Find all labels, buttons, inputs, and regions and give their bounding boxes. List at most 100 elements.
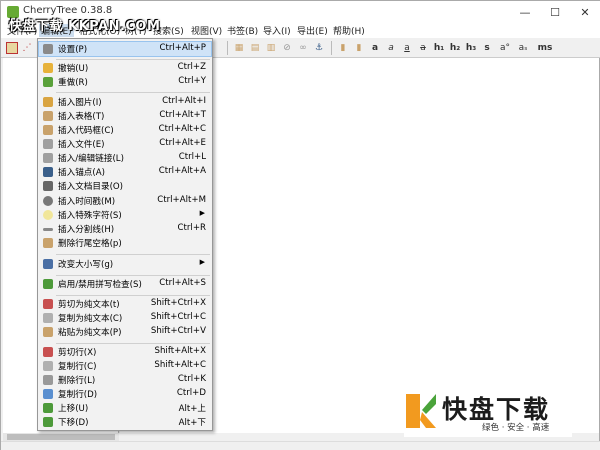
menu-item-label: 插入文档目录(O) — [58, 182, 124, 192]
menu-bookmarks[interactable]: 书签(B) — [225, 24, 260, 37]
menu-help[interactable]: 帮助(H) — [331, 24, 367, 37]
menu-item-shortcut: Alt+上 — [178, 404, 206, 414]
menu-item-duplicate-row[interactable]: 复制行(D) Ctrl+D — [39, 387, 211, 401]
scrollbar-thumb[interactable] — [7, 434, 115, 440]
italic-icon[interactable]: a — [385, 42, 397, 54]
settings-icon — [43, 44, 53, 54]
menu-item-shortcut: Ctrl+Alt+S — [159, 278, 206, 288]
menu-item-shortcut: Ctrl+Alt+C — [158, 124, 206, 134]
menu-item-change-case[interactable]: 改变大小写(g) ▶ — [39, 257, 211, 271]
submenu-arrow-icon: ▶ — [199, 258, 205, 266]
menu-item-delete-row[interactable]: 删除行(L) Ctrl+K — [39, 373, 211, 387]
menu-item-label: 启用/禁用拼写检查(S) — [58, 280, 142, 290]
menu-item-insert-image[interactable]: 插入图片(I) Ctrl+Alt+I — [39, 95, 211, 109]
anchor-icon — [43, 167, 53, 177]
logo-sub-text: 绿色 · 安全 · 高速 — [482, 423, 550, 433]
menu-item-shortcut: Ctrl+Alt+P — [159, 43, 206, 53]
format-icon[interactable]: ▮ — [337, 42, 349, 54]
menu-item-shortcut: Shift+Ctrl+X — [150, 298, 206, 308]
menu-item-copy-row[interactable]: 复制行(C) Shift+Alt+C — [39, 359, 211, 373]
small-icon[interactable]: s — [481, 42, 493, 54]
menu-separator — [56, 275, 210, 276]
k-logo-icon — [406, 394, 436, 428]
menu-item-label: 改变大小写(g) — [58, 260, 114, 270]
menu-item-preferences[interactable]: 设置(P) Ctrl+Alt+P — [38, 41, 212, 57]
menu-item-insert-codebox[interactable]: 插入代码框(C) Ctrl+Alt+C — [39, 123, 211, 137]
change-case-icon — [43, 259, 53, 269]
menu-item-shortcut: Ctrl+K — [177, 374, 206, 384]
tree-horizontal-scrollbar[interactable] — [3, 433, 119, 441]
bold-icon[interactable]: a — [369, 42, 381, 54]
file-icon[interactable]: ⊘ — [281, 42, 293, 54]
menu-item-label: 插入分割线(H) — [58, 225, 115, 235]
menu-item-shortcut: Ctrl+Y — [178, 76, 206, 86]
menu-item-label: 插入代码框(C) — [58, 126, 114, 136]
menu-item-copy-plain[interactable]: 复制为纯文本(C) Shift+Ctrl+C — [39, 311, 211, 325]
maximize-button[interactable]: ☐ — [540, 1, 570, 23]
menu-item-paste-plain[interactable]: 粘贴为纯文本(P) Shift+Ctrl+V — [39, 325, 211, 339]
menu-separator — [56, 92, 210, 93]
subnode-icon[interactable]: ⋰ — [21, 42, 33, 54]
superscript-icon[interactable]: a° — [499, 42, 511, 54]
menu-item-label: 撤销(U) — [58, 64, 89, 74]
anchor-icon[interactable]: ⚓ — [313, 42, 325, 54]
menu-item-strip-spaces[interactable]: 删除行尾空格(p) — [39, 236, 211, 250]
menu-item-insert-table[interactable]: 插入表格(T) Ctrl+Alt+T — [39, 109, 211, 123]
move-up-icon — [43, 403, 53, 413]
menu-item-shortcut: Ctrl+Alt+E — [159, 138, 206, 148]
minimize-button[interactable]: — — [510, 1, 540, 23]
subscript-icon[interactable]: aₛ — [517, 42, 529, 54]
app-window: CherryTree 0.38.8 — ☐ ✕ 文件(F) 编辑(E) 格式化(… — [0, 0, 600, 450]
menu-item-move-down[interactable]: 下移(D) Alt+下 — [39, 415, 211, 429]
monospace-icon[interactable]: ms — [537, 42, 553, 54]
format-clear-icon[interactable]: ▮ — [353, 42, 365, 54]
menu-item-shortcut: Ctrl+Z — [177, 62, 206, 72]
horizontal-rule-icon — [43, 228, 53, 231]
menu-item-insert-hr[interactable]: 插入分割线(H) Ctrl+R — [39, 222, 211, 236]
codebox-icon[interactable]: ▥ — [265, 42, 277, 54]
h2-icon[interactable]: h₂ — [449, 42, 461, 54]
clock-icon — [43, 196, 53, 206]
menu-export[interactable]: 导出(E) — [295, 24, 330, 37]
close-button[interactable]: ✕ — [570, 1, 600, 23]
table-icon[interactable]: ▤ — [249, 42, 261, 54]
copy-row-icon — [43, 361, 53, 371]
menu-item-label: 删除行尾空格(p) — [58, 239, 122, 249]
menu-item-shortcut: Ctrl+Alt+I — [162, 96, 206, 106]
menu-item-redo[interactable]: 重做(R) Ctrl+Y — [39, 75, 211, 89]
node-icon[interactable] — [6, 42, 18, 54]
strikethrough-icon[interactable]: a — [417, 42, 429, 54]
menu-item-insert-anchor[interactable]: 插入锚点(A) Ctrl+Alt+A — [39, 165, 211, 179]
insert-file-icon — [43, 139, 53, 149]
menu-item-shortcut: Ctrl+L — [178, 152, 206, 162]
menu-item-label: 插入锚点(A) — [58, 168, 105, 178]
toolbar-separator — [227, 41, 228, 55]
toc-icon — [43, 181, 53, 191]
menu-item-cut-plain[interactable]: 剪切为纯文本(t) Shift+Ctrl+X — [39, 297, 211, 311]
edit-menu-dropdown: 设置(P) Ctrl+Alt+P 撤销(U) Ctrl+Z 重做(R) Ctrl… — [37, 38, 213, 431]
link-icon[interactable]: ∞ — [297, 42, 309, 54]
menu-item-spellcheck[interactable]: 启用/禁用拼写检查(S) Ctrl+Alt+S — [39, 277, 211, 291]
menu-item-shortcut: Ctrl+Alt+T — [159, 110, 206, 120]
menu-item-shortcut: Shift+Ctrl+V — [150, 326, 206, 336]
menu-item-shortcut: Alt+下 — [178, 418, 206, 428]
h3-icon[interactable]: h₃ — [465, 42, 477, 54]
menu-import[interactable]: 导入(I) — [261, 24, 293, 37]
menu-item-move-up[interactable]: 上移(U) Alt+上 — [39, 401, 211, 415]
redo-icon — [43, 77, 53, 87]
menu-item-insert-file[interactable]: 插入文件(E) Ctrl+Alt+E — [39, 137, 211, 151]
strip-spaces-icon — [43, 238, 53, 248]
menu-view[interactable]: 视图(V) — [189, 24, 224, 37]
menu-item-insert-toc[interactable]: 插入文档目录(O) — [39, 179, 211, 193]
menu-item-insert-link[interactable]: 插入/编辑链接(L) Ctrl+L — [39, 151, 211, 165]
menu-item-cut-row[interactable]: 剪切行(X) Shift+Alt+X — [39, 345, 211, 359]
kkpan-logo: 快盘下载 绿色 · 安全 · 高速 — [404, 387, 572, 437]
menu-separator — [56, 343, 210, 344]
menu-item-insert-timestamp[interactable]: 插入时间戳(M) Ctrl+Alt+M — [39, 194, 211, 208]
h1-icon[interactable]: h₁ — [433, 42, 445, 54]
image-icon[interactable]: ▦ — [233, 42, 245, 54]
link-icon — [43, 153, 53, 163]
menu-item-insert-special-char[interactable]: 插入特殊字符(S) ▶ — [39, 208, 211, 222]
menu-item-undo[interactable]: 撤销(U) Ctrl+Z — [39, 61, 211, 75]
underline-icon[interactable]: a — [401, 42, 413, 54]
